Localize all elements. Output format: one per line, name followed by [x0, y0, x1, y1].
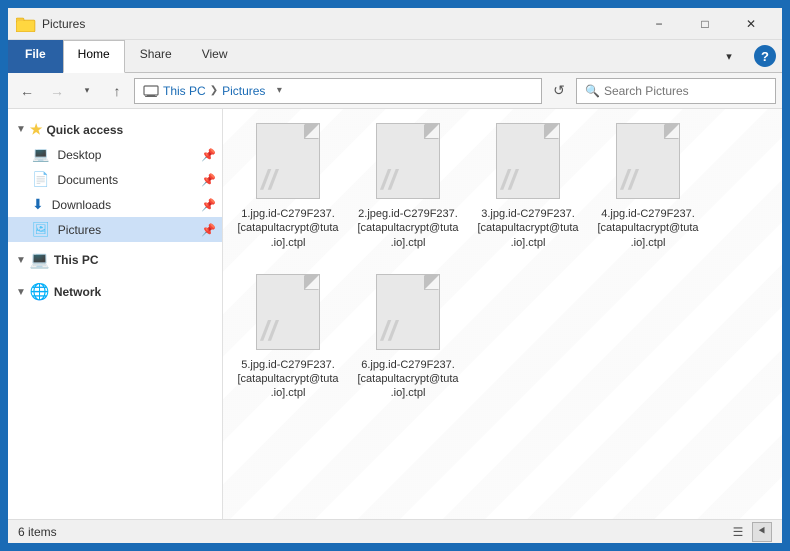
- breadcrumb-pictures[interactable]: Pictures: [222, 84, 265, 98]
- file-label: 6.jpg.id-C279F237.[catapultacrypt@tuta.i…: [357, 358, 459, 401]
- sidebar-documents-label: Documents: [57, 173, 118, 187]
- tab-home[interactable]: Home: [63, 40, 125, 73]
- pin-icon-pictures: 📌: [201, 223, 216, 237]
- file-watermark: //: [381, 164, 397, 196]
- file-watermark: //: [381, 315, 397, 347]
- file-icon: //: [252, 274, 324, 354]
- documents-folder-icon: 📄: [32, 171, 49, 188]
- main-area: ▼ ★ Quick access 💻 Desktop 📌 📄 Documents…: [8, 109, 782, 519]
- ribbon-collapse-button[interactable]: ▾: [714, 40, 744, 72]
- help-button[interactable]: ?: [754, 45, 776, 67]
- sidebar-item-pictures[interactable]: 🖼 Pictures 📌: [8, 217, 222, 242]
- up-button[interactable]: ↑: [104, 78, 130, 104]
- minimize-button[interactable]: −: [636, 8, 682, 40]
- pin-icon-downloads: 📌: [201, 198, 216, 212]
- sidebar: ▼ ★ Quick access 💻 Desktop 📌 📄 Documents…: [8, 109, 223, 519]
- file-watermark: //: [261, 315, 277, 347]
- sidebar-desktop-label: Desktop: [57, 148, 101, 162]
- titlebar: Pictures − □ ✕: [8, 8, 782, 40]
- search-bar: 🔍: [576, 78, 776, 104]
- file-label: 2.jpeg.id-C279F237.[catapultacrypt@tuta.…: [357, 207, 459, 250]
- file-icon: //: [372, 274, 444, 354]
- downloads-folder-icon: ⬇: [32, 196, 44, 213]
- large-icon-view-button[interactable]: ⯇: [752, 522, 772, 542]
- statusbar: 6 items ☰ ⯇: [8, 519, 782, 543]
- file-watermark: //: [261, 164, 277, 196]
- file-label: 3.jpg.id-C279F237.[catapultacrypt@tuta.i…: [477, 207, 579, 250]
- maximize-button[interactable]: □: [682, 8, 728, 40]
- file-icon: //: [252, 123, 324, 203]
- file-label: 5.jpg.id-C279F237.[catapultacrypt@tuta.i…: [237, 358, 339, 401]
- desktop-folder-icon: 💻: [32, 146, 49, 163]
- thispc-label: This PC: [54, 253, 99, 267]
- ribbon: File Home Share View ▾ ?: [8, 40, 782, 73]
- file-icon: //: [612, 123, 684, 203]
- addressbar: ← → ▾ ↑ This PC ❯ Pictures ▾ ↺ 🔍: [8, 73, 782, 109]
- sidebar-downloads-label: Downloads: [52, 198, 111, 212]
- file-label: 1.jpg.id-C279F237.[catapultacrypt@tuta.i…: [237, 207, 339, 250]
- file-icon: //: [372, 123, 444, 203]
- sidebar-item-documents[interactable]: 📄 Documents 📌: [8, 167, 222, 192]
- sidebar-item-desktop[interactable]: 💻 Desktop 📌: [8, 142, 222, 167]
- tab-file[interactable]: File: [8, 40, 63, 73]
- details-view-button[interactable]: ☰: [728, 522, 748, 542]
- tab-view[interactable]: View: [187, 40, 243, 73]
- breadcrumb: This PC ❯ Pictures ▾: [134, 78, 542, 104]
- thispc-section: ▼ 💻 This PC: [8, 246, 222, 274]
- sidebar-pictures-label: Pictures: [58, 223, 101, 237]
- search-input[interactable]: [604, 84, 767, 98]
- ribbon-tabs: File Home Share View ▾ ?: [8, 40, 782, 73]
- quick-access-header[interactable]: ▼ ★ Quick access: [8, 117, 222, 142]
- pictures-folder-icon: 🖼: [32, 221, 50, 238]
- breadcrumb-dropdown[interactable]: ▾: [269, 78, 289, 104]
- thispc-header[interactable]: ▼ 💻 This PC: [8, 246, 222, 274]
- quick-access-label: Quick access: [46, 123, 123, 137]
- file-document-icon: //: [496, 123, 560, 199]
- pin-icon-desktop: 📌: [201, 148, 216, 162]
- file-document-icon: //: [376, 274, 440, 350]
- network-section: ▼ 🌐 Network: [8, 278, 222, 306]
- list-item[interactable]: // 5.jpg.id-C279F237.[catapultacrypt@tuta…: [233, 270, 343, 405]
- file-icon: //: [492, 123, 564, 203]
- refresh-button[interactable]: ↺: [546, 78, 572, 104]
- recent-locations-button[interactable]: ▾: [74, 78, 100, 104]
- view-controls: ☰ ⯇: [728, 522, 772, 542]
- list-item[interactable]: // 4.jpg.id-C279F237.[catapultacrypt@tuta…: [593, 119, 703, 254]
- search-icon: 🔍: [585, 84, 600, 98]
- this-pc-icon: [143, 84, 159, 98]
- network-icon: 🌐: [30, 282, 50, 302]
- list-item[interactable]: // 6.jpg.id-C279F237.[catapultacrypt@tuta…: [353, 270, 463, 405]
- file-document-icon: //: [256, 123, 320, 199]
- pin-icon-documents: 📌: [201, 173, 216, 187]
- file-watermark: //: [501, 164, 517, 196]
- explorer-window: Pictures − □ ✕ File Home Share View ▾ ? …: [7, 7, 783, 544]
- window-controls: − □ ✕: [636, 8, 774, 40]
- file-label: 4.jpg.id-C279F237.[catapultacrypt@tuta.i…: [597, 207, 699, 250]
- window-icon: [16, 16, 36, 32]
- tab-share[interactable]: Share: [125, 40, 187, 73]
- file-document-icon: //: [256, 274, 320, 350]
- window-title: Pictures: [42, 17, 636, 31]
- breadcrumb-sep-1: ❯: [210, 85, 218, 96]
- file-document-icon: //: [616, 123, 680, 199]
- item-count: 6 items: [18, 525, 57, 539]
- list-item[interactable]: // 1.jpg.id-C279F237.[catapultacrypt@tuta…: [233, 119, 343, 254]
- forward-button[interactable]: →: [44, 78, 70, 104]
- network-header[interactable]: ▼ 🌐 Network: [8, 278, 222, 306]
- thispc-icon: 💻: [30, 250, 50, 270]
- network-label: Network: [54, 285, 101, 299]
- file-area: // 1.jpg.id-C279F237.[catapultacrypt@tuta…: [223, 109, 782, 519]
- close-button[interactable]: ✕: [728, 8, 774, 40]
- file-watermark: //: [621, 164, 637, 196]
- list-item[interactable]: // 3.jpg.id-C279F237.[catapultacrypt@tuta…: [473, 119, 583, 254]
- sidebar-item-downloads[interactable]: ⬇ Downloads 📌: [8, 192, 222, 217]
- quick-access-section: ▼ ★ Quick access 💻 Desktop 📌 📄 Documents…: [8, 117, 222, 242]
- list-item[interactable]: // 2.jpeg.id-C279F237.[catapultacrypt@tut…: [353, 119, 463, 254]
- breadcrumb-thispc[interactable]: This PC: [163, 84, 206, 98]
- back-button[interactable]: ←: [14, 78, 40, 104]
- file-document-icon: //: [376, 123, 440, 199]
